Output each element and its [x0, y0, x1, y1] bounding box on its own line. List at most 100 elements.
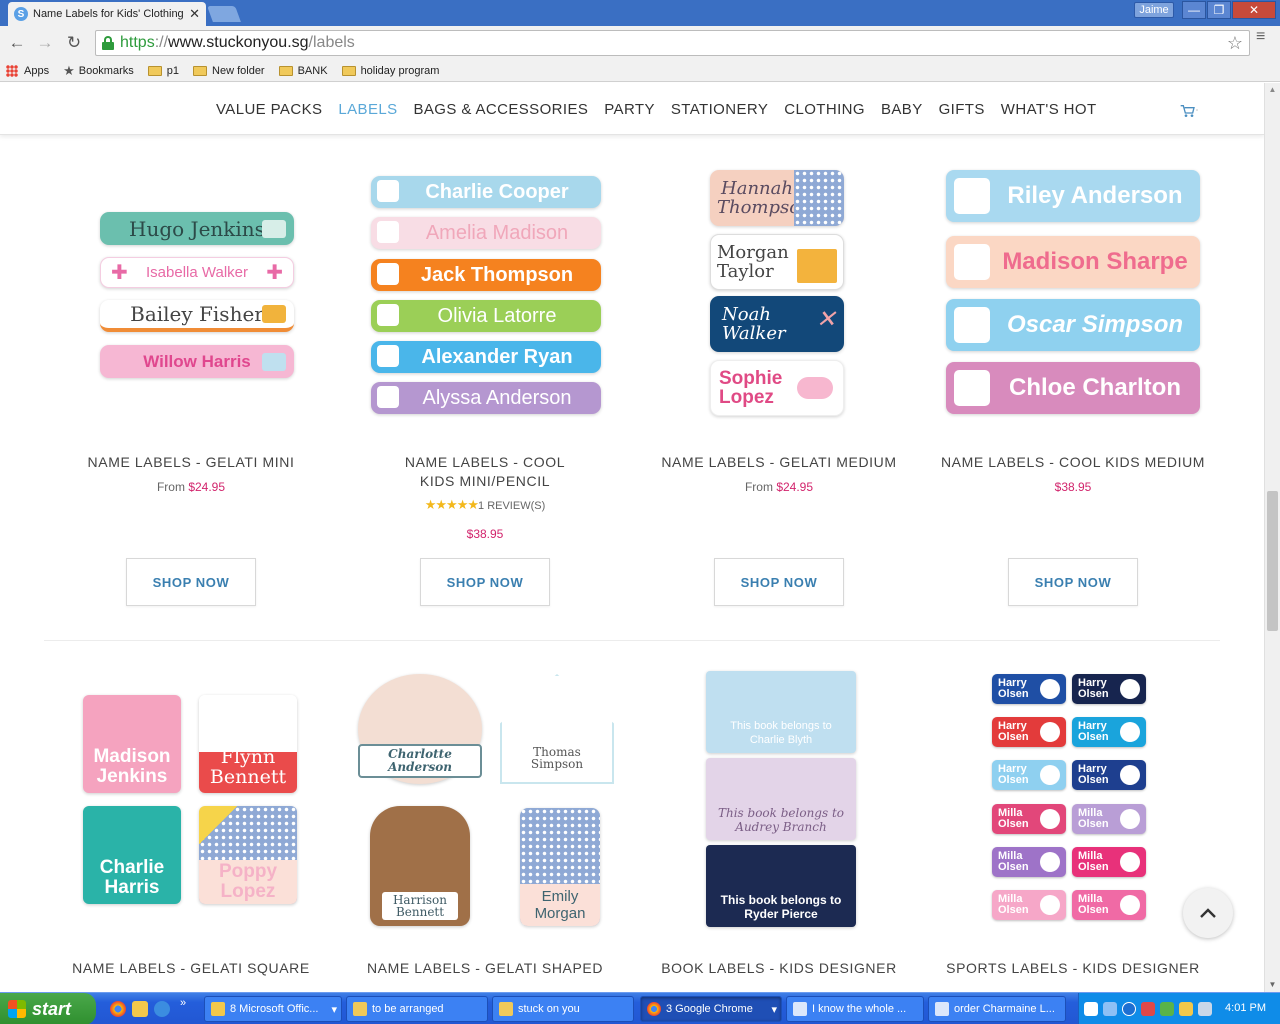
- scroll-down-arrow-icon[interactable]: ▼: [1265, 978, 1280, 992]
- taskbar-item-word-2[interactable]: order Charmaine L...: [928, 996, 1066, 1022]
- chrome-menu-icon[interactable]: ≡: [1256, 29, 1265, 45]
- product-image-gelati-medium[interactable]: Hannah Thompson Morgan Taylor Noah Walke…: [706, 166, 848, 416]
- profile-button[interactable]: Jaime: [1134, 2, 1174, 18]
- taskbar-item-word-1[interactable]: I know the whole ...: [786, 996, 924, 1022]
- back-button[interactable]: ←: [6, 32, 28, 54]
- address-bar[interactable]: https :// www.stuckonyou.sg /labels ☆: [95, 30, 1250, 56]
- nav-baby[interactable]: BABY: [881, 101, 923, 118]
- maximize-button[interactable]: ❐: [1207, 1, 1231, 19]
- product-image-gelati-shaped[interactable]: Charlotte Anderson Thomas Simpson Harris…: [352, 666, 620, 930]
- nav-bags-accessories[interactable]: BAGS & ACCESSORIES: [414, 101, 589, 118]
- ball-icon: [1040, 852, 1060, 872]
- label-sample: This book belongs to Ryder Pierce: [706, 845, 856, 927]
- clock[interactable]: 4:01 PM: [1225, 1002, 1266, 1014]
- back-to-top-button[interactable]: [1183, 888, 1233, 938]
- product-image-gelati-square[interactable]: Madison Jenkins Flynn Bennett Charlie Ha…: [80, 692, 302, 906]
- product-image-book-labels[interactable]: This book belongs to Charlie Blyth This b…: [702, 668, 862, 930]
- nav-labels[interactable]: LABELS: [338, 101, 397, 118]
- cart-icon[interactable]: [1180, 103, 1200, 119]
- product-title[interactable]: NAME LABELS - COOL KIDS MINI/PENCIL: [390, 453, 580, 491]
- nav-gifts[interactable]: GIFTS: [939, 101, 985, 118]
- url-separator: ://: [154, 34, 169, 51]
- nav-party[interactable]: PARTY: [604, 101, 655, 118]
- nav-clothing[interactable]: CLOTHING: [784, 101, 865, 118]
- label-name: Noah Walker: [722, 304, 786, 344]
- bookmark-bank[interactable]: BANK: [278, 65, 328, 77]
- taskbar-item-office[interactable]: 8 Microsoft Offic... ▾: [204, 996, 342, 1022]
- price-value: $38.95: [1054, 480, 1092, 494]
- label-name: Hannah Thompson: [717, 178, 812, 218]
- taskbar-item-to-be-arranged[interactable]: to be arranged: [346, 996, 488, 1022]
- product-title[interactable]: NAME LABELS - COOL KIDS MEDIUM: [938, 453, 1208, 472]
- ball-icon: [1120, 809, 1140, 829]
- reload-button[interactable]: ↻: [63, 32, 85, 54]
- tray-app-icon[interactable]: [1198, 1002, 1212, 1016]
- price-from: From: [744, 480, 773, 494]
- taskbar-item-chrome[interactable]: 3 Google Chrome ▾: [640, 996, 782, 1022]
- bookmark-bookmarks[interactable]: ★ Bookmarks: [63, 63, 134, 79]
- bookmark-new-folder[interactable]: New folder: [193, 65, 265, 77]
- shop-now-button[interactable]: SHOP NOW: [714, 558, 844, 606]
- bookmark-holiday-program[interactable]: holiday program: [341, 65, 439, 77]
- tray-app-icon[interactable]: [1160, 1002, 1174, 1016]
- help-icon[interactable]: [1084, 1002, 1098, 1016]
- product-image-cool-kids-mini[interactable]: Charlie Cooper Amelia Madison Jack Thomp…: [368, 174, 606, 418]
- taskbar-item-stuck-on-you[interactable]: stuck on you: [492, 996, 634, 1022]
- nav-stationery[interactable]: STATIONERY: [671, 101, 768, 118]
- product-title[interactable]: NAME LABELS - GELATI MINI: [56, 453, 326, 472]
- bookmark-label: Apps: [24, 64, 50, 77]
- ie-quicklaunch-icon[interactable]: [154, 1001, 170, 1017]
- product-title[interactable]: NAME LABELS - GELATI SHAPED: [350, 959, 620, 978]
- product-gelati-mini: NAME LABELS - GELATI MINI From $24.95: [56, 453, 326, 494]
- scroll-up-arrow-icon[interactable]: ▲: [1265, 83, 1280, 97]
- product-image-gelati-mini[interactable]: Hugo Jenkins ✚ Isabella Walker ✚ Bailey Fi…: [96, 208, 302, 383]
- label-name: Charlotte Anderson: [388, 747, 452, 774]
- outlook-quicklaunch-icon[interactable]: [132, 1001, 148, 1017]
- label-sample: Harry Olsen: [1072, 760, 1146, 790]
- product-title[interactable]: SPORTS LABELS - KIDS DESIGNER: [938, 959, 1208, 978]
- system-tray: 4:01 PM: [1078, 993, 1280, 1024]
- nav-value-packs[interactable]: VALUE PACKS: [216, 101, 322, 118]
- product-title[interactable]: BOOK LABELS - KIDS DESIGNER: [644, 959, 914, 978]
- ball-icon: [1120, 895, 1140, 915]
- shop-now-button[interactable]: SHOP NOW: [1008, 558, 1138, 606]
- label-sample: Charlie Cooper: [371, 176, 601, 208]
- review-count[interactable]: 1 REVIEW(S): [478, 500, 545, 512]
- chrome-quicklaunch-icon[interactable]: [110, 1001, 126, 1017]
- label-name: Isabella Walker: [146, 264, 248, 281]
- scroll-thumb[interactable]: [1267, 491, 1278, 631]
- label-sample: Poppy Lopez: [199, 806, 297, 904]
- arrow-icon[interactable]: [1122, 1002, 1136, 1016]
- label-sample: Noah Walker ✕: [710, 296, 844, 352]
- tray-app-icon[interactable]: [1141, 1002, 1155, 1016]
- product-image-cool-kids-medium[interactable]: Riley Anderson Madison Sharpe Oscar Simp…: [942, 166, 1204, 416]
- more-quicklaunch-icon[interactable]: »: [180, 997, 186, 1009]
- start-button[interactable]: start: [0, 993, 96, 1024]
- product-image-sports-labels[interactable]: Harry Olsen Harry Olsen Harry Olsen Harry Ol…: [988, 670, 1158, 926]
- network-icon[interactable]: [1103, 1002, 1117, 1016]
- bookmark-p1[interactable]: p1: [147, 65, 179, 77]
- shop-now-button[interactable]: SHOP NOW: [126, 558, 256, 606]
- apps-grid-icon: [6, 64, 18, 77]
- browser-tab[interactable]: S Name Labels for Kids' Clothing ✕: [8, 2, 206, 26]
- forward-button[interactable]: →: [34, 32, 56, 54]
- minimize-button[interactable]: —: [1182, 1, 1206, 19]
- folder-icon: [147, 65, 162, 76]
- label-sample: Madison Jenkins: [83, 695, 181, 793]
- tray-app-icon[interactable]: [1179, 1002, 1193, 1016]
- close-window-button[interactable]: ✕: [1232, 1, 1276, 19]
- nav-whats-hot[interactable]: WHAT'S HOT: [1001, 101, 1097, 118]
- label-sample: This book belongs to Charlie Blyth: [706, 671, 856, 753]
- label-sample: Milla Olsen: [992, 804, 1066, 834]
- bookmark-star-icon[interactable]: ☆: [1227, 33, 1243, 54]
- price-value: $38.95: [466, 527, 504, 541]
- shop-now-button[interactable]: SHOP NOW: [420, 558, 550, 606]
- tab-close-icon[interactable]: ✕: [189, 6, 200, 22]
- bookmark-apps[interactable]: Apps: [6, 64, 50, 77]
- product-gelati-square: NAME LABELS - GELATI SQUARE: [56, 959, 326, 978]
- page-scrollbar[interactable]: ▲ ▼: [1264, 83, 1280, 992]
- new-tab-button[interactable]: [207, 6, 241, 22]
- product-title[interactable]: NAME LABELS - GELATI MEDIUM: [644, 453, 914, 472]
- product-title[interactable]: NAME LABELS - GELATI SQUARE: [56, 959, 326, 978]
- label-name: Harrison Bennett: [382, 892, 458, 920]
